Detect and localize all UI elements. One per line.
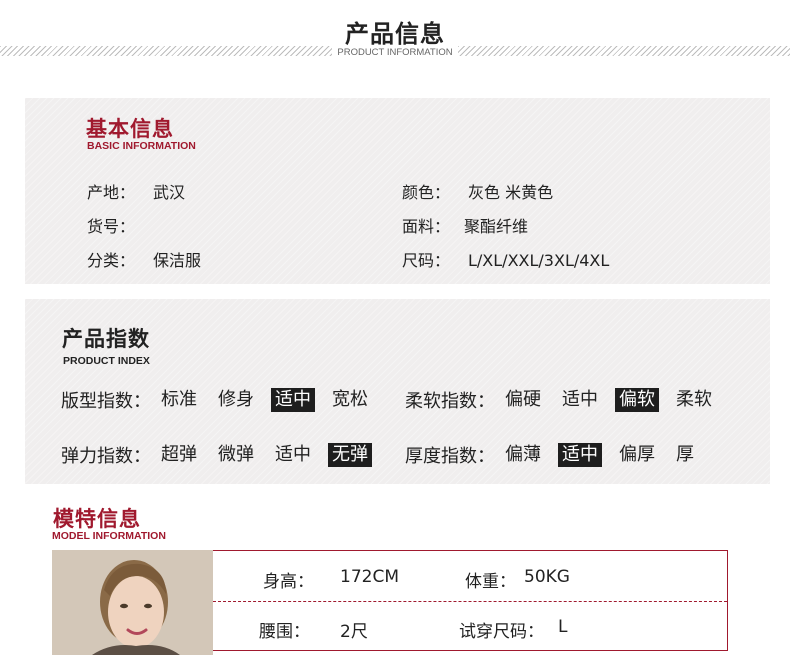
elasticity-option-none-selected: 无弹 — [328, 443, 372, 467]
size-label: 尺码： — [402, 251, 451, 270]
model-height-value: 172CM — [340, 567, 399, 587]
page-title: 产品信息 — [345, 20, 445, 48]
model-table-divider — [213, 601, 727, 602]
fit-index-row: 版型指数： 标准 修身 适中 宽松 — [61, 387, 385, 413]
thickness-index-label: 厚度指数： — [405, 446, 495, 467]
model-trial-size-value: L — [558, 617, 568, 637]
softness-option-very-soft: 柔软 — [676, 389, 712, 410]
color-row: 颜色： 灰色 米黄色 — [402, 179, 553, 203]
origin-label: 产地： — [87, 183, 136, 202]
model-portrait-illustration — [52, 550, 213, 655]
product-index-title: 产品指数 — [62, 327, 150, 351]
item-number-label: 货号： — [87, 217, 136, 236]
color-value: 灰色 米黄色 — [468, 183, 554, 202]
model-photo — [52, 550, 213, 655]
color-label: 颜色： — [402, 183, 451, 202]
fabric-label: 面料： — [402, 217, 451, 236]
basic-info-title: 基本信息 — [86, 117, 174, 141]
softness-option-soft-selected: 偏软 — [615, 388, 659, 412]
thickness-index-row: 厚度指数： 偏薄 适中 偏厚 厚 — [405, 442, 711, 468]
category-row: 分类： 保洁服 — [87, 247, 201, 271]
basic-info-panel: 基本信息 BASIC INFORMATION 产地： 武汉 货号： 分类： 保洁服 … — [25, 98, 770, 284]
product-index-subtitle: PRODUCT INDEX — [63, 355, 150, 367]
model-info-subtitle: MODEL INFORMATION — [52, 530, 166, 542]
size-value: L/XL/XXL/3XL/4XL — [468, 251, 610, 270]
model-weight-label: 体重： — [465, 572, 516, 592]
thickness-option-medium-selected: 适中 — [558, 443, 602, 467]
softness-option-hard: 偏硬 — [505, 389, 541, 410]
fabric-row: 面料： 聚酯纤维 — [402, 213, 528, 237]
fit-option-loose: 宽松 — [332, 389, 368, 410]
elasticity-index-row: 弹力指数： 超弹 微弹 适中 无弹 — [61, 442, 385, 468]
origin-row: 产地： 武汉 — [87, 179, 185, 203]
thickness-option-thick: 偏厚 — [619, 444, 655, 465]
elasticity-option-super: 超弹 — [161, 444, 197, 465]
origin-value: 武汉 — [153, 183, 186, 202]
elasticity-option-medium: 适中 — [275, 444, 311, 465]
page-subtitle: PRODUCT INFORMATION — [337, 47, 453, 58]
elasticity-option-slight: 微弹 — [218, 444, 254, 465]
category-value: 保洁服 — [153, 251, 202, 270]
softness-option-medium: 适中 — [562, 389, 598, 410]
category-label: 分类： — [87, 251, 136, 270]
model-info-title: 模特信息 — [53, 507, 141, 531]
fit-index-label: 版型指数： — [61, 391, 151, 412]
model-height-label: 身高： — [263, 572, 314, 592]
product-index-panel: 产品指数 PRODUCT INDEX 版型指数： 标准 修身 适中 宽松 柔软指… — [25, 299, 770, 484]
fit-option-slim: 修身 — [218, 389, 254, 410]
fabric-value: 聚酯纤维 — [464, 217, 529, 236]
model-waist-label: 腰围： — [259, 622, 310, 642]
fit-option-medium-selected: 适中 — [271, 388, 315, 412]
model-trial-size-label: 试穿尺码： — [459, 622, 544, 642]
fit-option-standard: 标准 — [161, 389, 197, 410]
basic-info-subtitle: BASIC INFORMATION — [87, 140, 196, 152]
softness-index-row: 柔软指数： 偏硬 适中 偏软 柔软 — [405, 387, 729, 413]
item-number-row: 货号： — [87, 213, 153, 237]
model-info-table: 身高： 172CM 体重： 50KG 腰围： 2尺 试穿尺码： L — [213, 550, 728, 651]
thickness-option-thin: 偏薄 — [505, 444, 541, 465]
size-row: 尺码： L/XL/XXL/3XL/4XL — [402, 247, 609, 271]
elasticity-index-label: 弹力指数： — [61, 446, 151, 467]
model-weight-value: 50KG — [524, 567, 570, 587]
model-waist-value: 2尺 — [340, 622, 368, 642]
thickness-option-very-thick: 厚 — [676, 444, 694, 465]
softness-index-label: 柔软指数： — [405, 391, 495, 412]
